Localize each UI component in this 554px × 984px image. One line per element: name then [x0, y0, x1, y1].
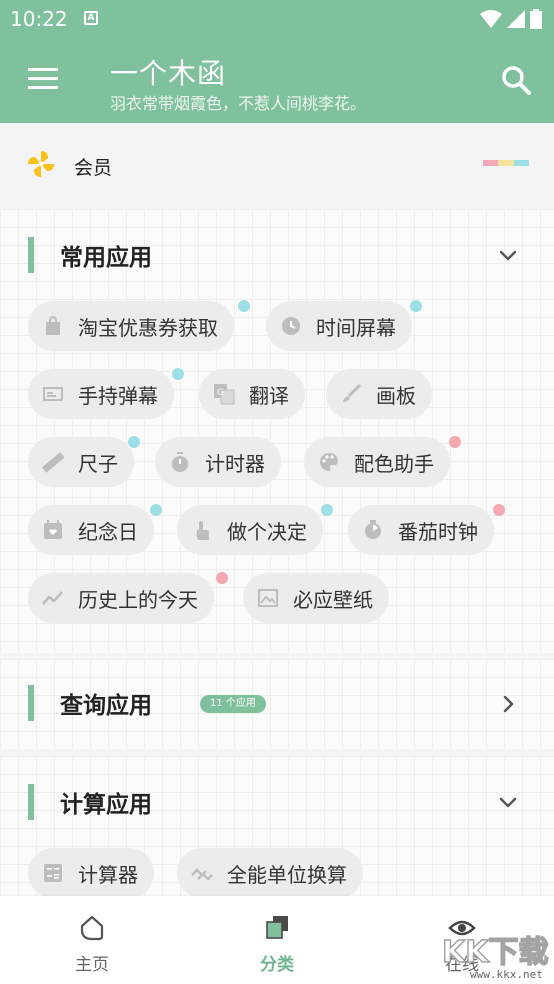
app-label: 计算器 — [78, 862, 138, 887]
chevron-down-icon[interactable] — [498, 792, 518, 812]
app-label: 翻译 — [249, 383, 289, 408]
app-label: 时间屏幕 — [316, 315, 396, 340]
app-subtitle: 羽衣常带烟霞色，不惹人间桃李花。 — [110, 94, 367, 113]
nav-label: 主页 — [75, 955, 109, 975]
trend-icon — [42, 591, 63, 605]
watermark-text: www.kkx.net — [470, 968, 543, 981]
app-chip-unit-convert[interactable]: 全能单位换算 — [177, 848, 363, 898]
menu-button[interactable] — [28, 68, 58, 90]
danmaku-icon — [43, 387, 63, 401]
section-title: 常用应用 — [60, 245, 152, 271]
app-label: 尺子 — [78, 451, 118, 476]
svg-text:KK下载: KK下载 — [442, 935, 549, 970]
notification-icon: A — [84, 11, 98, 25]
app-chip-palette[interactable]: 配色助手 — [304, 437, 450, 487]
new-dot — [321, 504, 333, 516]
member-bar[interactable]: 会员 — [0, 123, 554, 209]
pinwheel-icon — [28, 151, 54, 177]
palette-icon — [320, 453, 338, 471]
status-icons — [479, 8, 542, 29]
calc-apps-card: 计算应用 计算器 全能单位换算 — [0, 756, 554, 898]
app-chip-decide[interactable]: 做个决定 — [177, 505, 323, 555]
nav-home[interactable]: 主页 — [32, 896, 152, 984]
app-chip-bing-wallpaper[interactable]: 必应壁纸 — [243, 573, 389, 623]
search-icon — [502, 66, 531, 95]
new-dot — [172, 368, 184, 380]
common-apps-header[interactable]: 常用应用 — [0, 209, 554, 301]
convert-icon — [191, 868, 213, 881]
home-icon — [80, 915, 104, 941]
status-time: 10:22 — [10, 7, 68, 31]
app-count-badge: 11 个应用 — [200, 695, 266, 713]
battery-icon — [530, 8, 542, 29]
app-chip-time-screen[interactable]: 时间屏幕 — [266, 301, 412, 351]
calculator-icon — [44, 864, 62, 882]
app-label: 配色助手 — [354, 451, 434, 476]
app-chip-history-today[interactable]: 历史上的今天 — [28, 573, 214, 623]
app-chip-danmaku[interactable]: 手持弹幕 — [28, 369, 174, 419]
app-label: 番茄时钟 — [398, 519, 478, 544]
chevron-down-icon[interactable] — [498, 245, 518, 265]
stripe-pink — [483, 160, 499, 166]
timer-icon — [365, 520, 381, 539]
query-apps-card[interactable]: 查询应用 11 个应用 — [0, 659, 554, 749]
translate-icon: G — [214, 384, 235, 405]
member-label: 会员 — [74, 157, 113, 179]
new-dot — [410, 300, 422, 312]
category-icon — [266, 916, 288, 939]
new-dot — [128, 436, 140, 448]
app-chip-canvas[interactable]: 画板 — [326, 369, 432, 419]
section-title: 计算应用 — [60, 792, 152, 818]
section-accent — [28, 237, 34, 273]
image-icon — [258, 589, 278, 607]
section-title: 查询应用 — [60, 693, 152, 719]
new-dot — [238, 300, 250, 312]
app-label: 计时器 — [205, 451, 265, 476]
svg-text:G: G — [217, 388, 224, 398]
clock-icon — [282, 317, 300, 335]
app-label: 全能单位换算 — [227, 862, 347, 887]
section-accent — [28, 784, 34, 820]
nav-category[interactable]: 分类 — [217, 896, 337, 984]
app-chip-translate[interactable]: G 翻译 — [199, 369, 305, 419]
app-label: 画板 — [376, 383, 416, 408]
app-label: 必应壁纸 — [293, 587, 373, 612]
status-bar: 10:22 A — [0, 0, 554, 38]
ruler-icon — [42, 451, 64, 473]
nav-label: 分类 — [260, 955, 294, 975]
app-chip-anniversary[interactable]: 纪念日 — [28, 505, 154, 555]
app-chip-pomodoro[interactable]: 番茄时钟 — [348, 505, 494, 555]
search-button[interactable] — [500, 64, 532, 96]
new-dot — [216, 572, 228, 584]
common-apps-card: 常用应用 淘宝优惠券获取 时间屏幕 手持弹幕 G 翻译 画板 尺子 计时器 配色… — [0, 209, 554, 653]
tap-icon — [196, 521, 209, 540]
section-accent — [28, 685, 34, 721]
app-title: 一个木函 — [110, 57, 227, 90]
new-dot — [449, 436, 461, 448]
member-stripe — [483, 160, 529, 166]
calc-apps-header[interactable]: 计算应用 — [0, 756, 554, 848]
chevron-right-icon[interactable] — [498, 694, 518, 714]
app-chip-ruler[interactable]: 尺子 — [28, 437, 134, 487]
signal-icon — [506, 9, 525, 28]
stripe-yellow — [498, 160, 514, 166]
app-label: 淘宝优惠券获取 — [78, 315, 218, 340]
new-dot — [493, 504, 505, 516]
app-label: 纪念日 — [78, 519, 138, 544]
app-chip-taobao[interactable]: 淘宝优惠券获取 — [28, 301, 234, 351]
app-label: 历史上的今天 — [78, 587, 198, 612]
app-header: 10:22 A 一个木函 羽衣常带烟霞色，不惹人间桃李花。 — [0, 0, 554, 123]
app-label: 手持弹幕 — [78, 383, 158, 408]
new-dot — [150, 504, 162, 516]
app-label: 做个决定 — [227, 519, 307, 544]
app-chip-stopwatch[interactable]: 计时器 — [155, 437, 281, 487]
wifi-icon — [479, 9, 502, 28]
calendar-icon — [44, 520, 62, 539]
brush-icon — [343, 383, 362, 402]
hamburger-icon — [28, 68, 58, 89]
stripe-cyan — [513, 160, 529, 166]
shopping-bag-icon — [46, 315, 60, 335]
stopwatch-icon — [172, 452, 188, 472]
app-chip-calculator[interactable]: 计算器 — [28, 848, 154, 898]
